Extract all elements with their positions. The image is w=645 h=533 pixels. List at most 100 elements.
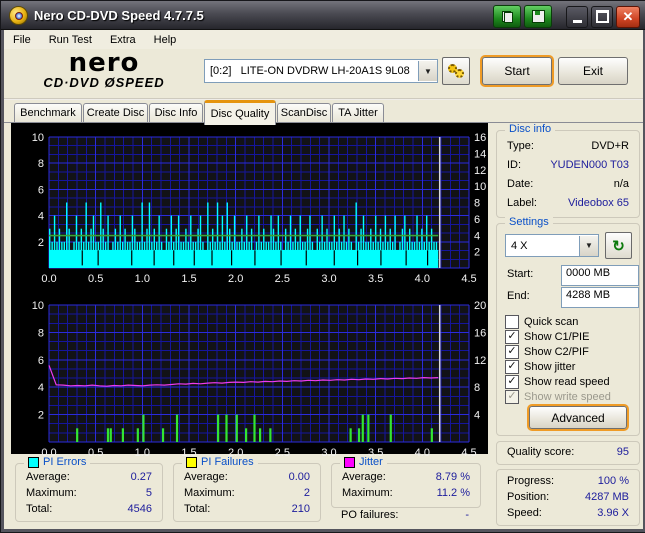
app-icon xyxy=(9,5,28,25)
advanced-button[interactable]: Advanced xyxy=(529,406,627,429)
jitter-avg-value: 8.79 % xyxy=(435,471,470,483)
menu-extra[interactable]: Extra xyxy=(101,32,145,48)
start-button[interactable]: Start xyxy=(482,57,552,85)
axis-tick: 12 xyxy=(474,355,486,367)
disc-id-label: ID: xyxy=(507,159,522,171)
menu-file[interactable]: File xyxy=(4,32,40,48)
pie-max-label: Maximum: xyxy=(26,487,77,499)
checkbox-icon[interactable] xyxy=(505,314,519,329)
axis-tick: 3.5 xyxy=(368,273,383,285)
speed-label: Speed: xyxy=(507,507,542,519)
disc-label-label: Label: xyxy=(507,197,537,209)
tab-disc-quality[interactable]: Disc Quality xyxy=(204,100,276,125)
refresh-button[interactable]: ↻ xyxy=(605,232,632,259)
checkbox-show-c1-pie[interactable]: ✓ Show C1/PIE xyxy=(505,329,589,344)
minimize-button[interactable] xyxy=(566,5,588,28)
checkbox-icon[interactable]: ✓ xyxy=(505,344,519,359)
copy-button[interactable] xyxy=(493,5,521,28)
pif-total-label: Total: xyxy=(184,503,211,515)
disc-label-value: Videobox 65 xyxy=(568,197,629,209)
po-failures-label: PO failures: xyxy=(341,509,399,521)
checkbox-show-read-speed[interactable]: ✓ Show read speed xyxy=(505,374,610,389)
axis-tick: 2.5 xyxy=(275,447,290,459)
checkbox-label: Show C2/PIF xyxy=(524,345,589,358)
drive-options-button[interactable] xyxy=(442,57,470,85)
pie-total-label: Total: xyxy=(26,503,53,515)
jitter-stats: Jitter Average: 8.79 % Maximum: 11.2 % xyxy=(331,456,481,508)
axis-tick: 1.0 xyxy=(135,447,150,459)
po-failures-row: PO failures: - xyxy=(341,509,469,524)
exit-button[interactable]: Exit xyxy=(558,57,628,85)
checkbox-show-c2-pif[interactable]: ✓ Show C2/PIF xyxy=(505,344,589,359)
checkbox-quick-scan[interactable]: Quick scan xyxy=(505,314,578,329)
menu-help[interactable]: Help xyxy=(145,32,186,48)
jitter-avg-label: Average: xyxy=(342,471,386,483)
title-bar: Nero CD-DVD Speed 4.7.7.5 ✕ xyxy=(1,1,645,30)
checkbox-label: Show read speed xyxy=(524,375,610,388)
axis-tick: 2.5 xyxy=(275,273,290,285)
checkbox-label: Show jitter xyxy=(524,360,576,373)
axis-tick: 3.0 xyxy=(321,447,336,459)
chevron-down-icon[interactable]: ▼ xyxy=(418,61,437,81)
start-field[interactable]: 0000 MB xyxy=(561,265,639,286)
copy-icon xyxy=(501,10,513,23)
axis-tick: 4.0 xyxy=(415,447,430,459)
save-button[interactable] xyxy=(524,5,552,28)
close-button[interactable]: ✕ xyxy=(616,5,640,28)
checkbox-label: Quick scan xyxy=(524,315,579,328)
axis-tick: 6 xyxy=(38,184,44,196)
refresh-icon: ↻ xyxy=(612,237,625,255)
position-value: 4287 MB xyxy=(584,491,629,503)
quality-score-value: 95 xyxy=(616,446,629,458)
checkbox-icon[interactable]: ✓ xyxy=(505,374,519,389)
pi-errors-chart: 10 8 6 4 2 16 14 12 10 8 6 4 2 0.0 0.5 1.0 1.5 2.0 2.5 3.0 3… xyxy=(32,132,487,285)
quality-score-label: Quality score: xyxy=(507,446,575,458)
speed-select-value: 4 X xyxy=(511,239,528,252)
progress-panel: Progress: 100 % Position: 4287 MB Speed: 3.… xyxy=(496,469,640,526)
disc-info-title: Disc info xyxy=(505,123,556,135)
pif-max-label: Maximum: xyxy=(184,487,235,499)
nero-logo: nero CD·DVD ØSPEED xyxy=(14,50,194,90)
checkbox-label: Show C1/PIE xyxy=(524,330,590,343)
checkbox-show-write-speed: ✓ Show write speed xyxy=(505,389,611,404)
axis-tick: 4.5 xyxy=(461,447,476,459)
disc-date-label: Date: xyxy=(507,178,534,190)
chart-panel: 10 8 6 4 2 16 14 12 10 8 6 4 2 0.0 0.5 1.0 1.5 2.0 2.5 3.0 3… xyxy=(11,123,488,459)
maximize-button[interactable] xyxy=(591,5,613,28)
tab-scandisc[interactable]: ScanDisc xyxy=(277,103,331,122)
quality-score-panel: Quality score: 95 xyxy=(496,441,640,465)
maximize-icon xyxy=(595,10,609,23)
pi-failures-legend-icon xyxy=(186,456,197,468)
checkbox-icon[interactable]: ✓ xyxy=(505,359,519,374)
axis-tick: 10 xyxy=(32,300,44,312)
gears-icon xyxy=(448,64,464,78)
pie-avg-value: 0.27 xyxy=(130,471,152,483)
axis-tick: 8 xyxy=(474,198,480,210)
end-field[interactable]: 4288 MB xyxy=(561,287,639,308)
drive-select[interactable]: [0:2] LITE-ON DVDRW LH-20A1S 9L08 ▼ xyxy=(204,59,438,83)
axis-tick: 4 xyxy=(474,230,480,242)
tab-create-disc[interactable]: Create Disc xyxy=(83,103,148,122)
pie-avg-label: Average: xyxy=(26,471,70,483)
checkbox-show-jitter[interactable]: ✓ Show jitter xyxy=(505,359,575,374)
axis-tick: 2 xyxy=(474,247,480,259)
pie-total-value: 4546 xyxy=(127,503,152,515)
axis-tick: 0.5 xyxy=(88,273,103,285)
jitter-title: Jitter xyxy=(359,456,383,468)
checkbox-icon[interactable]: ✓ xyxy=(505,329,519,344)
speed-value: 3.96 X xyxy=(597,507,629,519)
axis-tick: 2 xyxy=(38,237,44,249)
axis-tick: 4 xyxy=(38,382,44,394)
tab-benchmark[interactable]: Benchmark xyxy=(14,103,82,122)
pi-failures-jitter-chart: 108642201612840.0 0.5 1.0 1.5 2.0 2.5 3.0 3.5 4.… xyxy=(32,300,487,459)
axis-tick: 12 xyxy=(474,165,486,177)
speed-chevron-down-icon[interactable]: ▼ xyxy=(579,235,598,256)
tab-ta-jitter[interactable]: TA Jitter xyxy=(332,103,384,122)
axis-tick: 4.5 xyxy=(461,273,476,285)
window-title: Nero CD-DVD Speed 4.7.7.5 xyxy=(34,7,204,23)
axis-tick: 16 xyxy=(474,327,486,339)
axis-tick: 4.0 xyxy=(415,273,430,285)
speed-select[interactable]: 4 X ▼ xyxy=(505,234,599,257)
menu-run-test[interactable]: Run Test xyxy=(40,32,101,48)
tab-disc-info[interactable]: Disc Info xyxy=(149,103,203,122)
